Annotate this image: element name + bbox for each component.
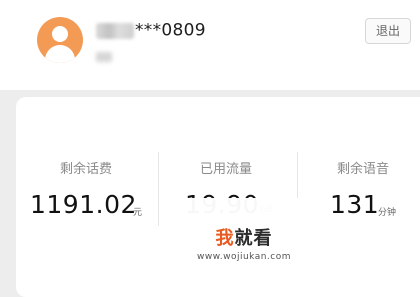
stat-value-voice[interactable]: 131 [330,190,379,219]
stat-divider [158,152,159,226]
phone-suffix: ***0809 [135,20,206,41]
logout-button[interactable]: 退出 [365,18,411,44]
avatar-body-shape [45,45,75,63]
stat-label-voice: 剩余语音 [337,162,390,177]
masked-number-blur [96,22,134,39]
account-header: ***0809 退出 [0,0,420,90]
stat-label-balance: 剩余话费 [60,162,113,177]
watermark-logo: 我就看 [215,228,273,249]
stat-value-balance[interactable]: 1191.02 [30,190,137,219]
stat-label-data: 已用流量 [200,162,253,177]
phone-number: ***0809 [96,20,206,42]
watermark-url: www.wojiukan.com [196,252,292,262]
watermark-overlay: 我就看 www.wojiukan.com [183,198,305,270]
avatar-head-shape [52,26,68,42]
stat-unit-balance: 元 [133,208,143,218]
masked-subtitle-blur [96,52,112,62]
stat-unit-voice: 分钟 [378,208,397,218]
avatar[interactable] [37,17,83,63]
